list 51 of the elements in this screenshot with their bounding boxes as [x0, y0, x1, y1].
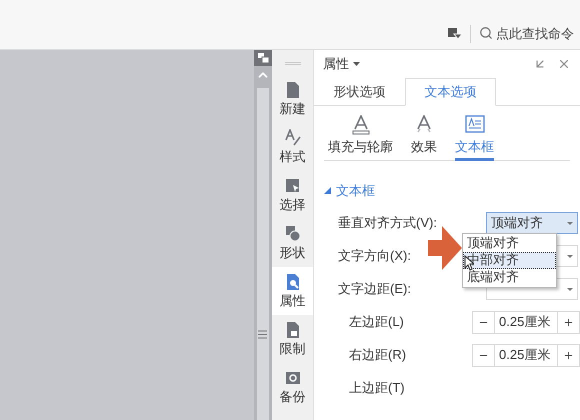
plus-icon	[563, 316, 574, 328]
caret-icon	[353, 62, 360, 66]
panel-tab[interactable]: 形状选项	[314, 78, 405, 106]
sidebar-item[interactable]: 新建	[272, 75, 313, 123]
sidebar-item[interactable]: 选择	[272, 171, 313, 219]
field-label: 左边距(L)	[349, 314, 404, 330]
sub-tab[interactable]: 填充与轮廓	[328, 115, 393, 161]
layout-icon[interactable]	[254, 50, 272, 66]
field-label: 垂直对齐方式(V):	[338, 215, 437, 230]
sidebar-item[interactable]: 形状	[272, 219, 313, 267]
dropdown-option[interactable]: 顶端对齐	[463, 235, 556, 252]
panel-tab[interactable]: 文本选项	[405, 78, 496, 106]
backup-icon	[284, 369, 300, 387]
drag-handle[interactable]	[284, 62, 300, 65]
caret-icon	[567, 254, 573, 258]
sidebar-item[interactable]: 样式	[272, 123, 313, 171]
expand-triangle-icon	[324, 187, 331, 194]
sidebar-item[interactable]: 限制	[272, 315, 313, 363]
panel-title-menu[interactable]: 属性	[323, 54, 360, 74]
caret-icon	[567, 222, 573, 224]
search-icon	[479, 26, 493, 40]
field-label: 文字方向(X):	[338, 248, 411, 264]
letter-effect-icon	[415, 115, 433, 135]
document-icon	[284, 81, 300, 99]
close-icon[interactable]	[557, 57, 571, 71]
select-icon	[284, 177, 300, 195]
number-field[interactable]: 0.25厘米	[495, 344, 557, 366]
letter-fill-icon	[352, 115, 370, 135]
text-box-icon	[464, 115, 484, 133]
sub-tab[interactable]: 文本框	[455, 115, 494, 161]
sidebar-item[interactable]: 属性	[272, 267, 313, 315]
field-label: 右边距(R)	[349, 347, 406, 362]
sub-tab[interactable]: 效果	[411, 115, 437, 161]
sidebar-item[interactable]: 备份	[272, 363, 313, 411]
scroll-thumb[interactable]	[257, 88, 269, 420]
caret-icon	[567, 288, 573, 290]
increment-button[interactable]	[557, 344, 580, 366]
section-header[interactable]: 文本框	[324, 181, 580, 200]
number-field[interactable]: 0.25厘米	[495, 310, 557, 334]
field-label: 上边距(T)	[349, 380, 405, 396]
dropdown-option[interactable]: 底端对齐	[463, 269, 556, 286]
properties-icon	[284, 273, 300, 291]
search-field[interactable]: 点此查找命令	[479, 24, 574, 43]
grip-icon[interactable]	[258, 330, 267, 339]
select-field[interactable]: 顶端对齐	[486, 212, 578, 234]
shape-icon	[284, 225, 300, 243]
increment-button[interactable]	[557, 310, 580, 334]
style-icon	[284, 129, 300, 147]
field-label: 文字边距(E):	[338, 281, 411, 296]
filter-dropdown-icon[interactable]	[448, 28, 462, 40]
plus-icon	[563, 350, 574, 360]
